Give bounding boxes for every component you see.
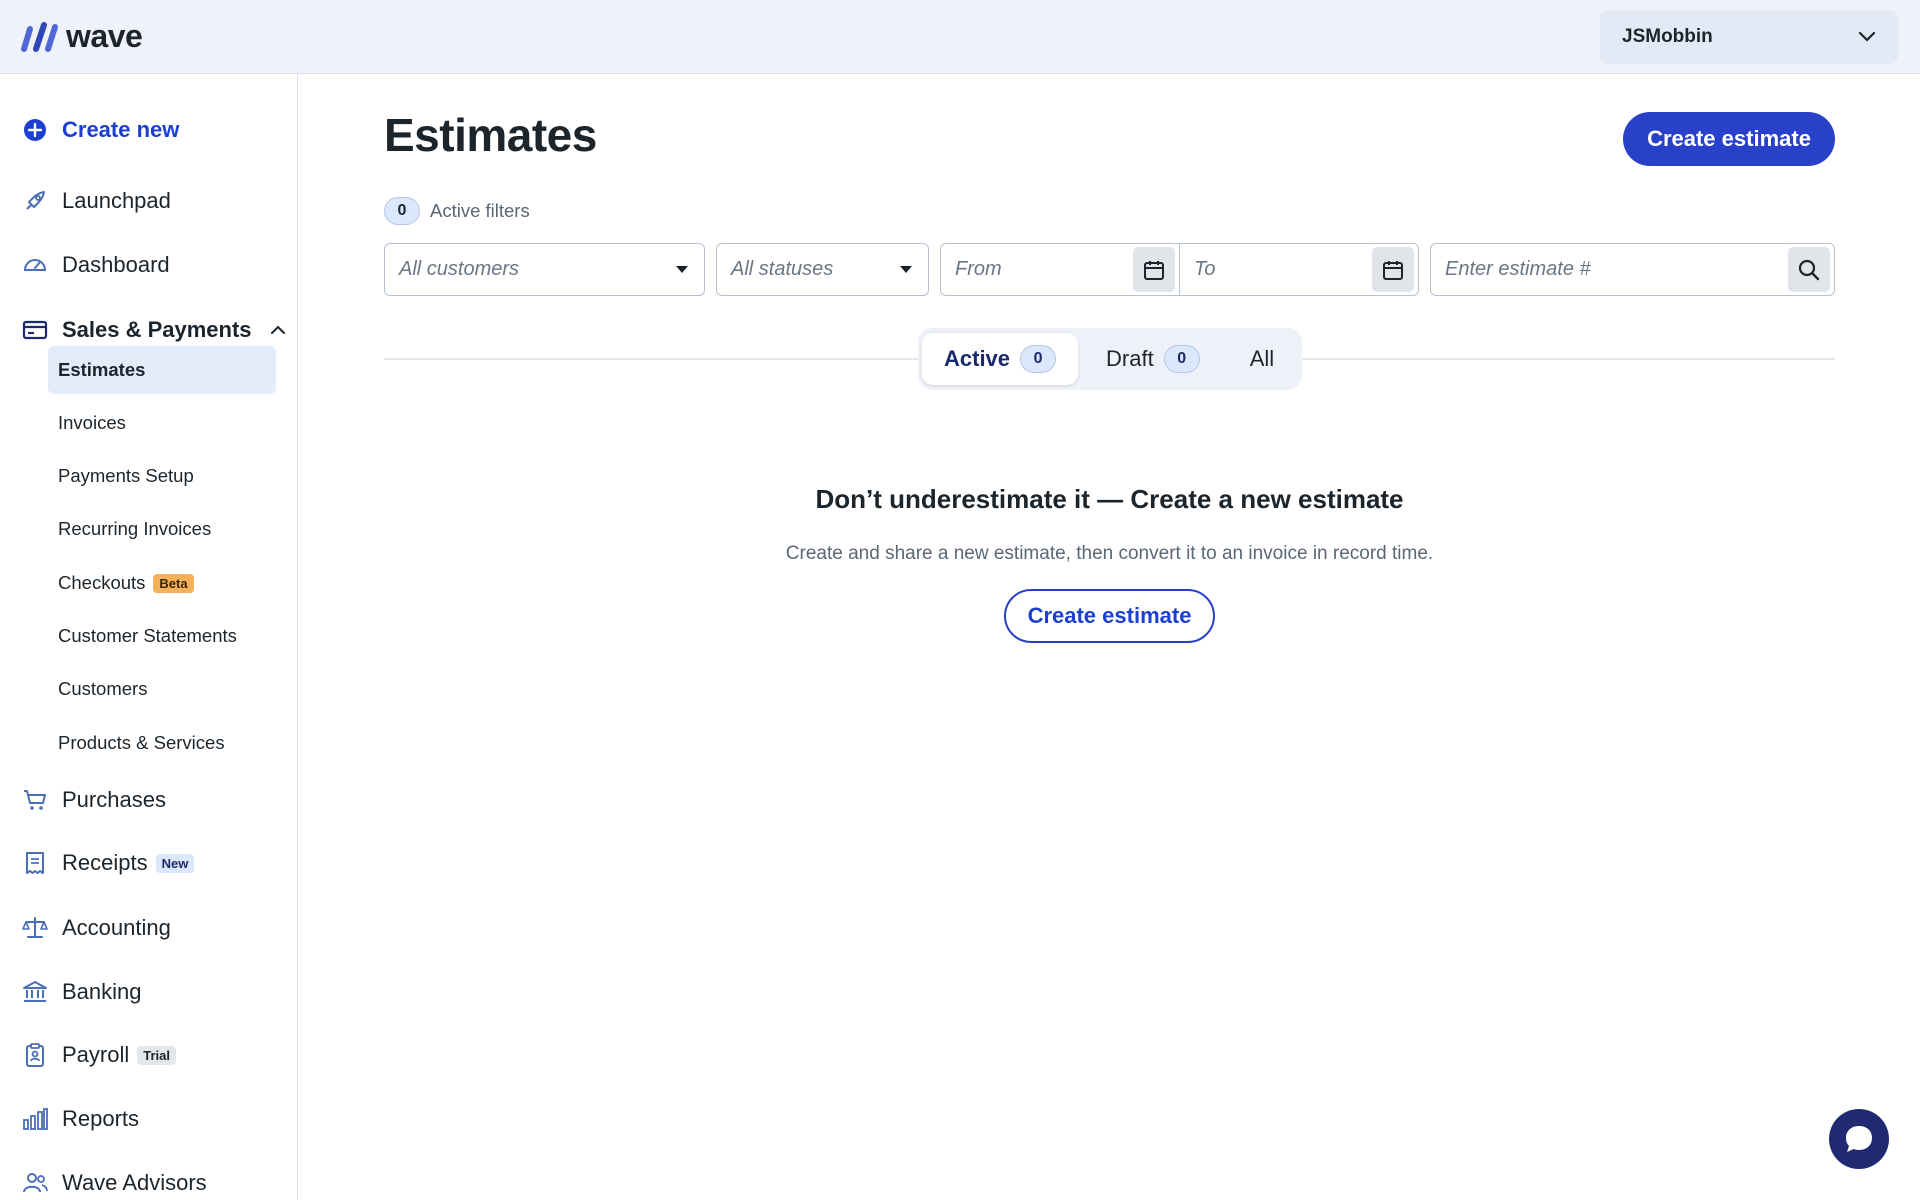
sidebar-item-label: Accounting — [62, 915, 171, 940]
sidebar-item-label: Dashboard — [62, 252, 170, 277]
top-bar: wave JSMobbin — [0, 0, 1920, 74]
users-icon — [22, 1170, 48, 1196]
chat-bubble-icon — [1846, 1126, 1872, 1152]
beta-badge: Beta — [153, 573, 194, 593]
sidebar-item-dashboard[interactable]: Dashboard — [22, 245, 170, 285]
sidebar-item-label: Wave Advisors — [62, 1170, 207, 1195]
bar-chart-icon — [22, 1106, 48, 1132]
estimate-number-placeholder: Enter estimate # — [1445, 258, 1591, 280]
sidebar-item-products-services[interactable]: Products & Services — [48, 719, 276, 767]
to-date-placeholder: To — [1194, 258, 1216, 280]
tab-all[interactable]: All — [1228, 333, 1296, 385]
search-icon[interactable] — [1788, 247, 1830, 292]
tab-label: Draft — [1106, 346, 1154, 371]
sidebar-item-label: Checkouts — [58, 572, 146, 593]
status-select-placeholder: All statuses — [731, 258, 834, 280]
status-select[interactable]: All statuses — [716, 243, 929, 296]
tab-active[interactable]: Active 0 — [922, 333, 1079, 385]
brand-name: wave — [66, 18, 143, 54]
to-date-field[interactable]: To — [1179, 244, 1418, 295]
sidebar-item-label: Launchpad — [62, 188, 171, 213]
sidebar-item-receipts[interactable]: Receipts New — [22, 843, 195, 883]
sidebar-item-recurring-invoices[interactable]: Recurring Invoices — [48, 505, 276, 553]
plus-circle-icon — [22, 117, 48, 143]
sidebar: Create new Launchpad Dashboard Sales & P… — [0, 74, 298, 1200]
sidebar-item-label: Payroll — [62, 1042, 130, 1067]
tab-count: 0 — [1163, 345, 1200, 373]
tab-count: 0 — [1020, 345, 1057, 373]
sidebar-item-label: Payments Setup — [58, 465, 194, 486]
receipt-icon — [22, 850, 48, 876]
customer-select-placeholder: All customers — [399, 258, 520, 280]
sidebar-item-invoices[interactable]: Invoices — [48, 399, 276, 447]
new-badge: New — [155, 853, 195, 873]
sidebar-item-customers[interactable]: Customers — [48, 665, 276, 713]
chat-button[interactable] — [1829, 1109, 1889, 1169]
sidebar-item-label: Customer Statements — [58, 625, 237, 646]
active-filters: 0 Active filters — [384, 197, 530, 225]
caret-down-icon — [900, 266, 912, 273]
scale-icon — [22, 915, 48, 941]
active-filters-count: 0 — [384, 197, 420, 225]
tab-draft[interactable]: Draft 0 — [1084, 333, 1222, 385]
sidebar-item-label: Products & Services — [58, 732, 225, 753]
wave-logo[interactable]: wave — [20, 18, 143, 55]
sidebar-item-label: Estimates — [58, 359, 146, 380]
sidebar-item-banking[interactable]: Banking — [22, 972, 142, 1012]
shopping-cart-icon — [22, 787, 48, 813]
sidebar-item-label: Receipts — [62, 850, 148, 875]
sidebar-item-label: Create new — [62, 117, 180, 142]
sidebar-item-label: Sales & Payments — [62, 317, 252, 342]
empty-state-title: Don’t underestimate it — Create a new es… — [815, 484, 1404, 514]
sidebar-item-accounting[interactable]: Accounting — [22, 908, 171, 948]
trial-badge: Trial — [137, 1045, 176, 1065]
tab-label: All — [1249, 346, 1275, 371]
chevron-up-icon — [270, 325, 285, 334]
calendar-icon[interactable] — [1372, 247, 1414, 292]
sidebar-item-label: Customers — [58, 678, 148, 699]
bank-icon — [22, 979, 48, 1005]
sidebar-item-purchases[interactable]: Purchases — [22, 780, 166, 820]
sidebar-item-create-new[interactable]: Create new — [22, 110, 179, 150]
sidebar-item-label: Reports — [62, 1106, 140, 1131]
account-name: JSMobbin — [1622, 26, 1713, 47]
credit-card-icon — [22, 317, 48, 343]
sidebar-item-checkouts[interactable]: Checkouts Beta — [48, 559, 276, 607]
calendar-icon[interactable] — [1133, 247, 1175, 292]
rocket-icon — [22, 188, 48, 214]
sidebar-item-wave-advisors[interactable]: Wave Advisors — [22, 1163, 207, 1200]
sidebar-item-payments-setup[interactable]: Payments Setup — [48, 452, 276, 500]
caret-down-icon — [676, 266, 688, 273]
account-switcher[interactable]: JSMobbin — [1600, 10, 1898, 64]
sidebar-item-payroll[interactable]: Payroll Trial — [22, 1035, 176, 1075]
empty-state-description: Create and share a new estimate, then co… — [785, 543, 1434, 564]
from-date-field[interactable]: From — [941, 244, 1179, 295]
sidebar-item-sales-payments[interactable]: Sales & Payments — [22, 310, 286, 350]
status-tabs: Active 0 Draft 0 All — [918, 328, 1302, 390]
active-filters-label: Active filters — [430, 200, 530, 221]
clipboard-user-icon — [22, 1042, 48, 1068]
sidebar-item-customer-statements[interactable]: Customer Statements — [48, 612, 276, 660]
sidebar-item-label: Banking — [62, 979, 142, 1004]
sidebar-item-label: Recurring Invoices — [58, 518, 212, 539]
chevron-down-icon — [1858, 31, 1876, 42]
sidebar-item-estimates[interactable]: Estimates — [48, 346, 276, 394]
gauge-icon — [22, 252, 48, 278]
from-date-placeholder: From — [955, 258, 1002, 280]
page-title: Estimates — [384, 109, 597, 161]
wave-logo-icon — [21, 21, 58, 52]
sidebar-item-label: Invoices — [58, 412, 126, 433]
customer-select[interactable]: All customers — [384, 243, 705, 296]
tab-label: Active — [944, 346, 1011, 371]
sidebar-item-launchpad[interactable]: Launchpad — [22, 181, 171, 221]
sidebar-item-reports[interactable]: Reports — [22, 1099, 139, 1139]
create-estimate-button[interactable]: Create estimate — [1623, 112, 1835, 166]
empty-state-create-estimate-button[interactable]: Create estimate — [1004, 589, 1215, 643]
date-range: From To — [940, 243, 1419, 296]
estimate-number-search[interactable]: Enter estimate # — [1430, 243, 1835, 296]
sidebar-item-label: Purchases — [62, 787, 166, 812]
